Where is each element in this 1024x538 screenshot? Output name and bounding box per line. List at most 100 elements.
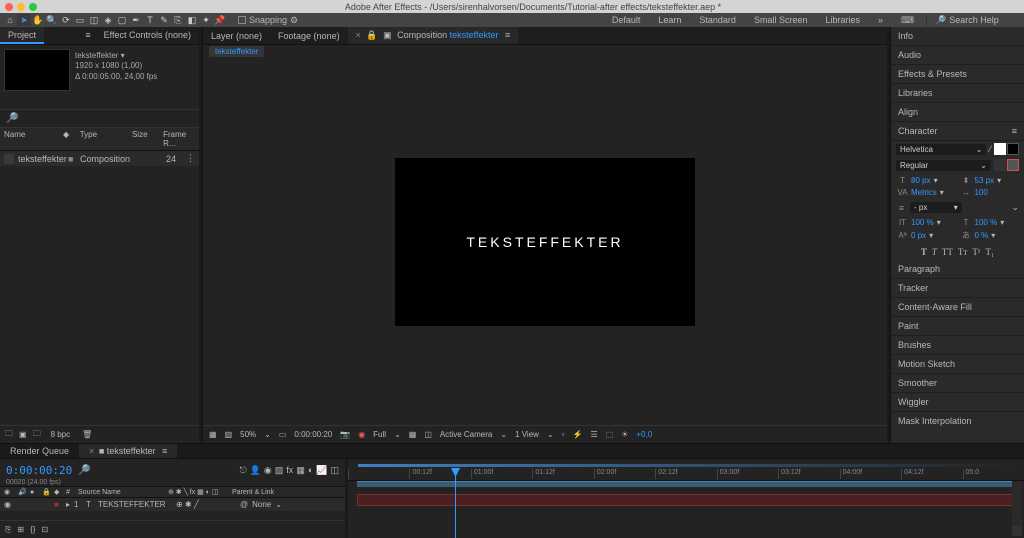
project-search[interactable]: 🔎 (0, 109, 199, 128)
snapping-options-icon[interactable]: ⚙ (290, 15, 298, 26)
workspace-libraries[interactable]: Libraries (825, 15, 860, 26)
col-name[interactable]: Name (4, 130, 53, 148)
panel-effects[interactable]: Effects & Presets (891, 65, 1024, 84)
inout-icon[interactable]: {} (30, 525, 35, 534)
smallcaps-icon[interactable]: Tᴛ (958, 247, 967, 257)
layer-switches[interactable]: ⊕ ✱ ╱ (176, 500, 236, 509)
new-folder-icon[interactable]: 🗀 (33, 428, 41, 442)
stroke-width-row[interactable]: ≡ - px▾ ⌄ (891, 200, 1024, 215)
clone-tool-icon[interactable]: ⎘ (171, 14, 185, 26)
timeline-zoom-icon[interactable] (1012, 526, 1022, 536)
search-help[interactable]: 🔎 Search Help (926, 15, 1016, 26)
workspace-default[interactable]: Default (612, 15, 641, 26)
eraser-tool-icon[interactable]: ◧ (185, 14, 199, 26)
shy-icon[interactable]: 👤 (250, 465, 261, 476)
panel-motion-sketch[interactable]: Motion Sketch (891, 355, 1024, 374)
minimize-window-icon[interactable] (17, 3, 25, 11)
rectangle-tool-icon[interactable]: ▭ (73, 14, 87, 26)
switches-col[interactable]: ⊕ ✱ ╲ fx ▦ ◐ ◫ (168, 488, 228, 496)
resolution-icon[interactable]: ▭ (279, 430, 287, 439)
project-item-list[interactable]: teksteffekter ■ Composition 24 ⋮ (0, 151, 199, 425)
exposure-reset-icon[interactable]: ☀ (621, 430, 628, 439)
vertical-scale[interactable]: IT100 %▾ (897, 218, 955, 227)
parent-col[interactable]: Parent & Link (232, 489, 274, 496)
eye-col-icon[interactable]: ◉ (4, 488, 14, 496)
comp-marker-icon[interactable]: ⎋ (240, 465, 247, 476)
panel-menu-icon[interactable]: ≡ (505, 30, 510, 40)
tracking[interactable]: ↔100 (961, 188, 1019, 197)
workspace-small[interactable]: Small Screen (754, 15, 808, 26)
col-type[interactable]: Type (80, 130, 122, 148)
layer-label-icon[interactable]: ■ (54, 500, 62, 509)
brush-tool-icon[interactable]: ✎ (157, 14, 171, 26)
source-col[interactable]: Source Name (78, 489, 164, 496)
panel-character[interactable]: Character ≡ (891, 122, 1024, 141)
selection-tool-icon[interactable]: ➤ (17, 14, 31, 26)
frame-blend-icon[interactable]: ▦ (296, 465, 305, 476)
fill-swatch[interactable] (994, 143, 1006, 155)
quality-icon[interactable]: ▨ (275, 465, 284, 476)
chevron-down-icon[interactable]: ⌄ (275, 500, 282, 509)
interpret-icon[interactable]: 🗀 (5, 428, 13, 442)
panel-align[interactable]: Align (891, 103, 1024, 122)
dropdown-icon[interactable]: ⌄ (547, 430, 554, 439)
workspace-learn[interactable]: Learn (658, 15, 681, 26)
allcaps-icon[interactable]: TT (942, 247, 953, 257)
zoom-dropdown-icon[interactable]: ⌄ (264, 430, 271, 439)
lock-col-icon[interactable]: 🔒 (42, 488, 50, 496)
panel-audio[interactable]: Audio (891, 46, 1024, 65)
font-size[interactable]: T80 px▾ (897, 176, 955, 185)
workspace-standard[interactable]: Standard (699, 15, 736, 26)
playhead[interactable] (455, 468, 456, 538)
canvas-text-layer[interactable]: TEKSTEFFEKTER (466, 234, 623, 250)
panel-content-aware[interactable]: Content-Aware Fill (891, 298, 1024, 317)
pan-behind-tool-icon[interactable]: ◈ (101, 14, 115, 26)
tab-effect-controls[interactable]: Effect Controls (none) (96, 27, 199, 44)
solo-col-icon[interactable]: ● (30, 489, 38, 496)
mask-icon[interactable]: ◫ (424, 430, 432, 439)
lock-icon[interactable]: 🔒 (366, 30, 377, 40)
eye-toggle[interactable]: ◉ (4, 500, 14, 509)
snapshot-icon[interactable]: 📷 (340, 430, 350, 439)
time-navigator[interactable] (358, 464, 1014, 467)
num-col[interactable]: # (66, 489, 74, 496)
transparency-icon[interactable]: ▨ (225, 430, 233, 439)
panel-brushes[interactable]: Brushes (891, 336, 1024, 355)
close-window-icon[interactable] (5, 3, 13, 11)
zoom-tool-icon[interactable]: 🔍 (45, 14, 59, 26)
stroke-swatch[interactable] (1007, 143, 1019, 155)
pixel-aspect-icon[interactable]: ▫ (562, 430, 565, 439)
layers-empty[interactable] (0, 511, 345, 520)
panel-paint[interactable]: Paint (891, 317, 1024, 336)
zoom-level[interactable]: 50% (240, 430, 256, 439)
col-label-icon[interactable]: ◆ (63, 130, 70, 148)
timeline-frames[interactable]: 00020 (24.00 fps) (6, 479, 345, 486)
col-size[interactable]: Size (132, 130, 153, 148)
panel-smoother[interactable]: Smoother (891, 374, 1024, 393)
panel-menu-icon[interactable]: ≡ (162, 446, 167, 456)
camera-tool-icon[interactable]: ◫ (87, 14, 101, 26)
horizontal-scale[interactable]: T100 %▾ (961, 218, 1019, 227)
orbit-tool-icon[interactable]: ⟳ (59, 14, 73, 26)
chevron-down-icon[interactable]: ⌄ (1011, 202, 1019, 213)
timeline-layer-row[interactable]: ◉ ■ ▸ 1 T TEKSTEFFEKTER ⊕ ✱ ╱ @ None ⌄ (0, 498, 345, 511)
bpc-toggle[interactable]: 8 bpc (51, 430, 71, 439)
tab-layer[interactable]: Layer (none) (203, 28, 270, 44)
project-item[interactable]: teksteffekter ■ Composition 24 ⋮ (0, 151, 199, 166)
flowchart-icon[interactable]: ⬚ (606, 430, 614, 439)
shape-tool-icon[interactable]: ▢ (115, 14, 129, 26)
tab-timeline-comp[interactable]: × ■ teksteffekter ≡ (79, 444, 177, 458)
workspace-kb-icon[interactable]: ⌨ (901, 15, 914, 26)
graph-icon[interactable]: 📈 (316, 465, 327, 476)
new-comp-icon[interactable]: ▣ (19, 430, 27, 439)
panel-wiggler[interactable]: Wiggler (891, 393, 1024, 412)
workspace-more-icon[interactable]: » (878, 15, 883, 26)
leading[interactable]: ⬍53 px▾ (961, 176, 1019, 185)
motion-blur-icon[interactable]: ◐ (308, 465, 313, 476)
effects-icon[interactable]: fx (286, 465, 293, 476)
col-framerate[interactable]: Frame R... (163, 130, 195, 148)
panel-menu-icon[interactable]: ≡ (1012, 126, 1017, 136)
draft3d-icon[interactable]: ◫ (330, 465, 339, 476)
puppet-tool-icon[interactable]: 📌 (213, 14, 227, 26)
grid-icon[interactable]: ▦ (409, 430, 417, 439)
